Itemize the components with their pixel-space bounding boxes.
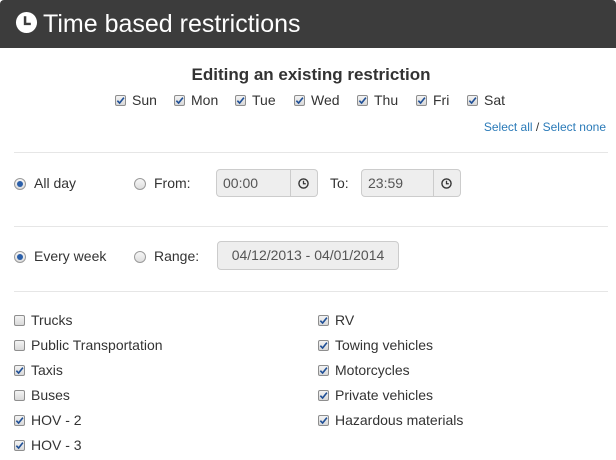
checkmark-icon bbox=[468, 97, 477, 105]
checkmark-icon bbox=[116, 97, 125, 105]
checkmark-icon bbox=[175, 97, 184, 105]
from-label: From: bbox=[154, 175, 191, 191]
checkmark-icon bbox=[15, 417, 24, 425]
vehicle-hazardous-materials-label: Hazardous materials bbox=[335, 412, 464, 428]
day-fri-label: Fri bbox=[433, 92, 450, 108]
all-day-label: All day bbox=[34, 175, 77, 191]
vehicle-hazardous-materials-checkbox[interactable] bbox=[318, 415, 329, 426]
range-label: Range: bbox=[154, 248, 200, 264]
vehicle-rv-label: RV bbox=[335, 312, 355, 328]
vehicle-buses-checkbox[interactable] bbox=[14, 390, 25, 401]
day-tue-checkbox[interactable] bbox=[235, 95, 246, 106]
divider bbox=[14, 291, 608, 292]
to-time-input[interactable]: 23:59 bbox=[361, 169, 434, 197]
checkmark-icon bbox=[319, 342, 328, 350]
day-thu-checkbox[interactable] bbox=[357, 95, 368, 106]
range-radio[interactable] bbox=[134, 251, 146, 263]
checkmark-icon bbox=[319, 367, 328, 375]
checkmark-icon bbox=[295, 97, 304, 105]
vehicle-public-transportation-checkbox[interactable] bbox=[14, 340, 25, 351]
every-week-radio[interactable] bbox=[14, 251, 26, 263]
day-sat-checkbox[interactable] bbox=[467, 95, 478, 106]
vehicle-taxis-label: Taxis bbox=[31, 362, 63, 378]
day-fri-checkbox[interactable] bbox=[416, 95, 427, 106]
checkmark-icon bbox=[319, 317, 328, 325]
date-range-input[interactable]: 04/12/2013 - 04/01/2014 bbox=[217, 241, 399, 270]
select-all-link[interactable]: Select all bbox=[484, 120, 533, 134]
vehicle-private-vehicles-checkbox[interactable] bbox=[318, 390, 329, 401]
every-week-label: Every week bbox=[34, 248, 107, 264]
from-clock-button[interactable] bbox=[291, 169, 318, 197]
day-sat-label: Sat bbox=[484, 92, 506, 108]
select-links-separator: / bbox=[535, 120, 540, 134]
from-radio[interactable] bbox=[134, 178, 146, 190]
to-clock-button[interactable] bbox=[434, 169, 461, 197]
checkmark-icon bbox=[319, 392, 328, 400]
checkmark-icon bbox=[15, 442, 24, 450]
day-thu-label: Thu bbox=[374, 92, 399, 108]
clock-icon bbox=[15, 11, 38, 34]
vehicle-public-transportation-label: Public Transportation bbox=[31, 337, 163, 353]
day-wed-label: Wed bbox=[311, 92, 340, 108]
vehicle-hov-2-checkbox[interactable] bbox=[14, 415, 25, 426]
checkmark-icon bbox=[236, 97, 245, 105]
window-title: Time based restrictions bbox=[43, 10, 301, 38]
day-mon-label: Mon bbox=[191, 92, 219, 108]
to-label: To: bbox=[330, 175, 349, 191]
vehicle-towing-vehicles-checkbox[interactable] bbox=[318, 340, 329, 351]
vehicle-trucks-checkbox[interactable] bbox=[14, 315, 25, 326]
vehicle-taxis-checkbox[interactable] bbox=[14, 365, 25, 376]
day-mon-checkbox[interactable] bbox=[174, 95, 185, 106]
vehicle-motorcycles-label: Motorcycles bbox=[335, 362, 410, 378]
day-sun-label: Sun bbox=[132, 92, 157, 108]
divider bbox=[14, 226, 608, 227]
divider bbox=[14, 152, 608, 153]
vehicle-motorcycles-checkbox[interactable] bbox=[318, 365, 329, 376]
vehicle-hov-3-checkbox[interactable] bbox=[14, 440, 25, 451]
vehicle-trucks-label: Trucks bbox=[31, 312, 73, 328]
vehicle-rv-checkbox[interactable] bbox=[318, 315, 329, 326]
clock-icon bbox=[298, 178, 309, 189]
page-heading: Editing an existing restriction bbox=[191, 65, 431, 84]
select-links: Select all / Select none bbox=[484, 119, 606, 135]
checkmark-icon bbox=[319, 417, 328, 425]
vehicle-towing-vehicles-label: Towing vehicles bbox=[335, 337, 434, 353]
checkmark-icon bbox=[417, 97, 426, 105]
day-sun-checkbox[interactable] bbox=[115, 95, 126, 106]
vehicle-hov-3-label: HOV - 3 bbox=[31, 437, 82, 453]
title-bar: Time based restrictions bbox=[0, 0, 616, 48]
day-tue-label: Tue bbox=[252, 92, 276, 108]
vehicle-hov-2-label: HOV - 2 bbox=[31, 412, 82, 428]
day-wed-checkbox[interactable] bbox=[294, 95, 305, 106]
checkmark-icon bbox=[15, 367, 24, 375]
select-none-link[interactable]: Select none bbox=[543, 120, 606, 134]
vehicle-private-vehicles-label: Private vehicles bbox=[335, 387, 434, 403]
checkmark-icon bbox=[358, 97, 367, 105]
clock-icon bbox=[441, 178, 452, 189]
from-time-input[interactable]: 00:00 bbox=[216, 169, 291, 197]
vehicle-buses-label: Buses bbox=[31, 387, 70, 403]
all-day-radio[interactable] bbox=[14, 178, 26, 190]
